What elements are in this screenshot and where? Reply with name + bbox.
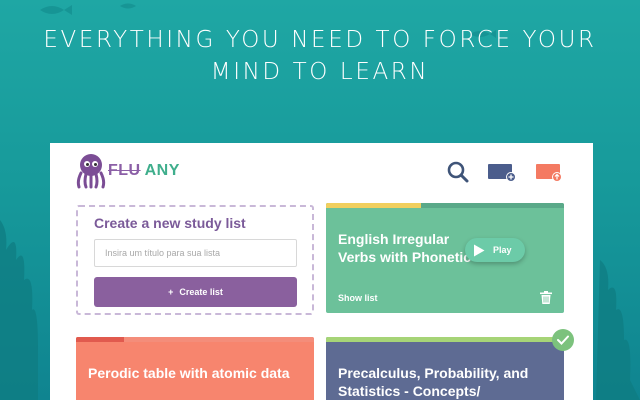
progress-fill (326, 203, 422, 208)
octopus-icon (76, 154, 106, 189)
show-list-link[interactable]: Show list (338, 293, 378, 303)
card-title: Precalculus, Probability, and Statistics… (338, 365, 529, 399)
app-panel: FLUANY Create a new study list + Create … (50, 143, 593, 400)
headline-line-1: EVERYTHING YOU NEED TO FORCE YOUR (43, 27, 597, 53)
progress-bar (326, 337, 564, 342)
completed-check-icon (552, 329, 574, 351)
headline: EVERYTHING YOU NEED TO FORCE YOUR MIND T… (0, 24, 640, 88)
list-title-input[interactable] (94, 239, 297, 267)
create-list-button[interactable]: + Create list (94, 277, 297, 307)
study-list-card[interactable]: Perodic table with atomic data (76, 337, 314, 400)
new-study-list-form: Create a new study list + Create list (76, 205, 314, 315)
progress-bar (326, 203, 564, 208)
study-list-card[interactable]: English Irregular Verbs with Phonetic Sh… (326, 203, 564, 313)
play-button[interactable]: Play (465, 238, 525, 262)
progress-fill (76, 337, 124, 342)
card-title: Perodic table with atomic data (88, 365, 290, 381)
headline-line-2: MIND TO LEARN (210, 59, 430, 85)
search-icon[interactable] (447, 161, 469, 183)
logo-text: FLU ANY (108, 162, 180, 180)
new-list-title: Create a new study list (94, 215, 246, 231)
upload-icon[interactable] (535, 161, 565, 183)
plus-icon: + (168, 287, 174, 297)
study-list-card[interactable]: Precalculus, Probability, and Statistics… (326, 337, 564, 400)
trash-icon[interactable] (540, 291, 552, 304)
play-label: Play (493, 245, 512, 255)
progress-bar (76, 337, 314, 342)
play-icon (474, 244, 485, 256)
logo-text-any: ANY (144, 162, 180, 179)
logo[interactable]: FLU ANY (76, 153, 180, 189)
toolbar (447, 161, 565, 183)
logo-text-flu: FLU (108, 162, 141, 179)
progress-fill (326, 337, 564, 342)
add-screen-icon[interactable] (487, 161, 517, 183)
create-list-label: Create list (179, 287, 223, 297)
